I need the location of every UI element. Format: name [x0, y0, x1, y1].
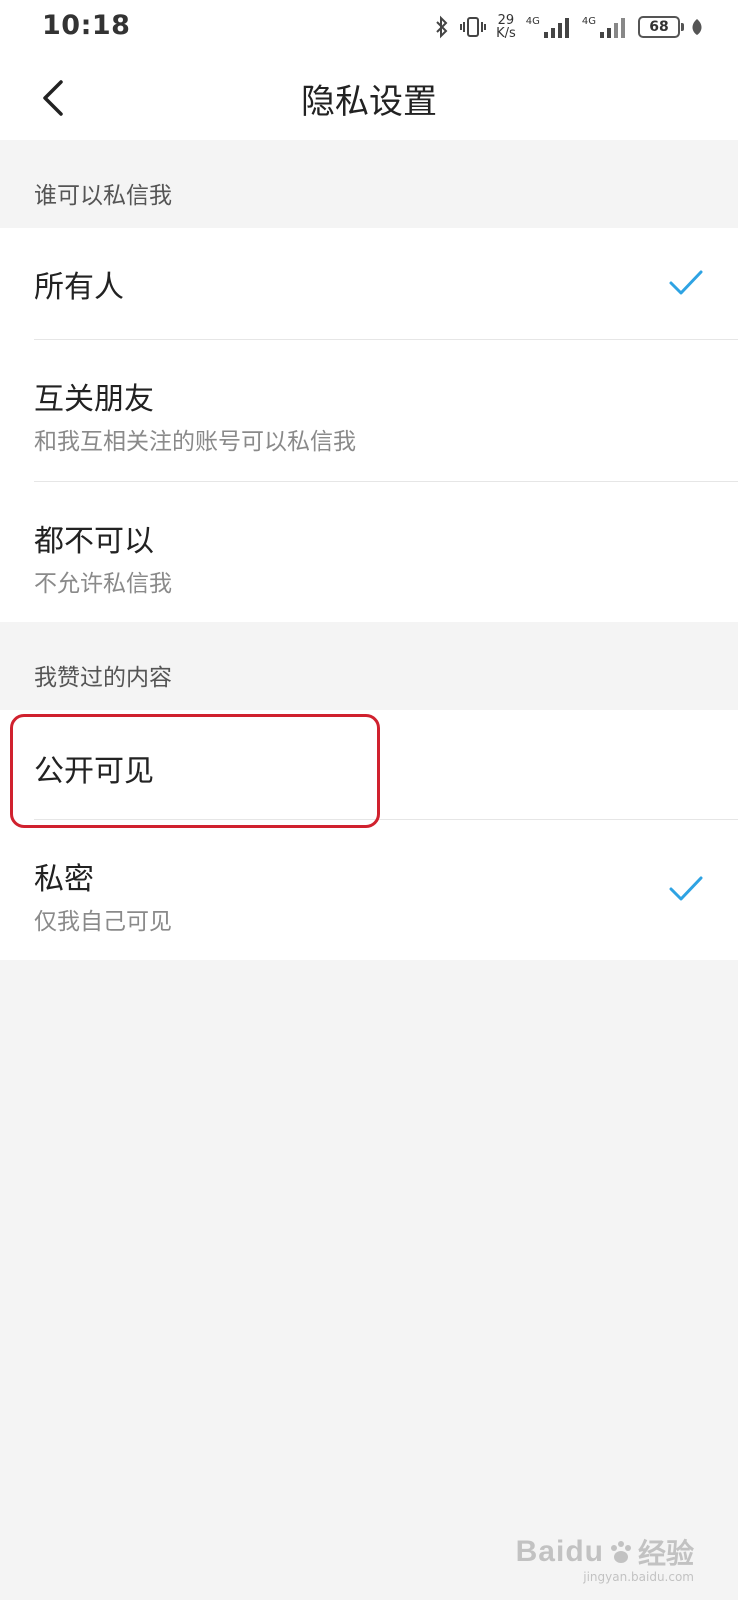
option-public[interactable]: 公开可见 — [0, 710, 738, 820]
title-bar: 隐私设置 — [0, 56, 738, 140]
status-time: 10:18 — [42, 10, 131, 41]
option-private[interactable]: 私密 仅我自己可见 — [0, 820, 738, 960]
leaf-icon — [690, 17, 704, 37]
option-nobody[interactable]: 都不可以 不允许私信我 — [0, 482, 738, 622]
net-speed: 29 K/s — [496, 14, 516, 40]
option-label: 私密 — [34, 862, 94, 897]
section-header-label: 谁可以私信我 — [34, 183, 172, 209]
battery-level: 68 — [649, 19, 669, 35]
vibrate-icon — [460, 15, 487, 39]
sim1-label: 4G — [525, 16, 540, 27]
section-header-liked-content: 我赞过的内容 — [0, 622, 738, 710]
watermark: Baidu 经验 jingyan.baidu.com — [515, 1532, 694, 1584]
option-label: 互关朋友 — [34, 382, 154, 417]
status-icons: 29 K/s 4G 4G 68 — [434, 12, 704, 42]
bluetooth-icon — [434, 15, 450, 39]
option-label: 都不可以 — [34, 524, 154, 559]
sim2-label: 4G — [581, 16, 596, 27]
option-everyone[interactable]: 所有人 — [0, 228, 738, 340]
option-label: 公开可见 — [34, 754, 154, 789]
signal-icon: 4G — [582, 16, 628, 38]
check-icon — [669, 270, 703, 295]
page-title: 隐私设置 — [301, 82, 437, 122]
watermark-brand: Baidu — [515, 1535, 604, 1568]
signal-icon: 4G — [526, 16, 572, 38]
option-description: 仅我自己可见 — [34, 909, 172, 935]
net-speed-unit: K/s — [496, 26, 516, 41]
option-description: 和我互相关注的账号可以私信我 — [34, 429, 356, 455]
section-header-messages: 谁可以私信我 — [0, 140, 738, 228]
check-icon — [669, 876, 703, 901]
option-mutual-friends[interactable]: 互关朋友 和我互相关注的账号可以私信我 — [0, 340, 738, 482]
option-description: 不允许私信我 — [34, 571, 172, 597]
section-header-label: 我赞过的内容 — [34, 665, 172, 691]
battery-icon: 68 — [638, 16, 684, 38]
status-bar: 10:18 29 K/s 4G 4G 68 — [0, 0, 738, 56]
watermark-product: 经验 — [637, 1537, 694, 1570]
option-label: 所有人 — [34, 270, 124, 305]
paw-icon — [610, 1541, 631, 1563]
watermark-url: jingyan.baidu.com — [583, 1570, 694, 1584]
